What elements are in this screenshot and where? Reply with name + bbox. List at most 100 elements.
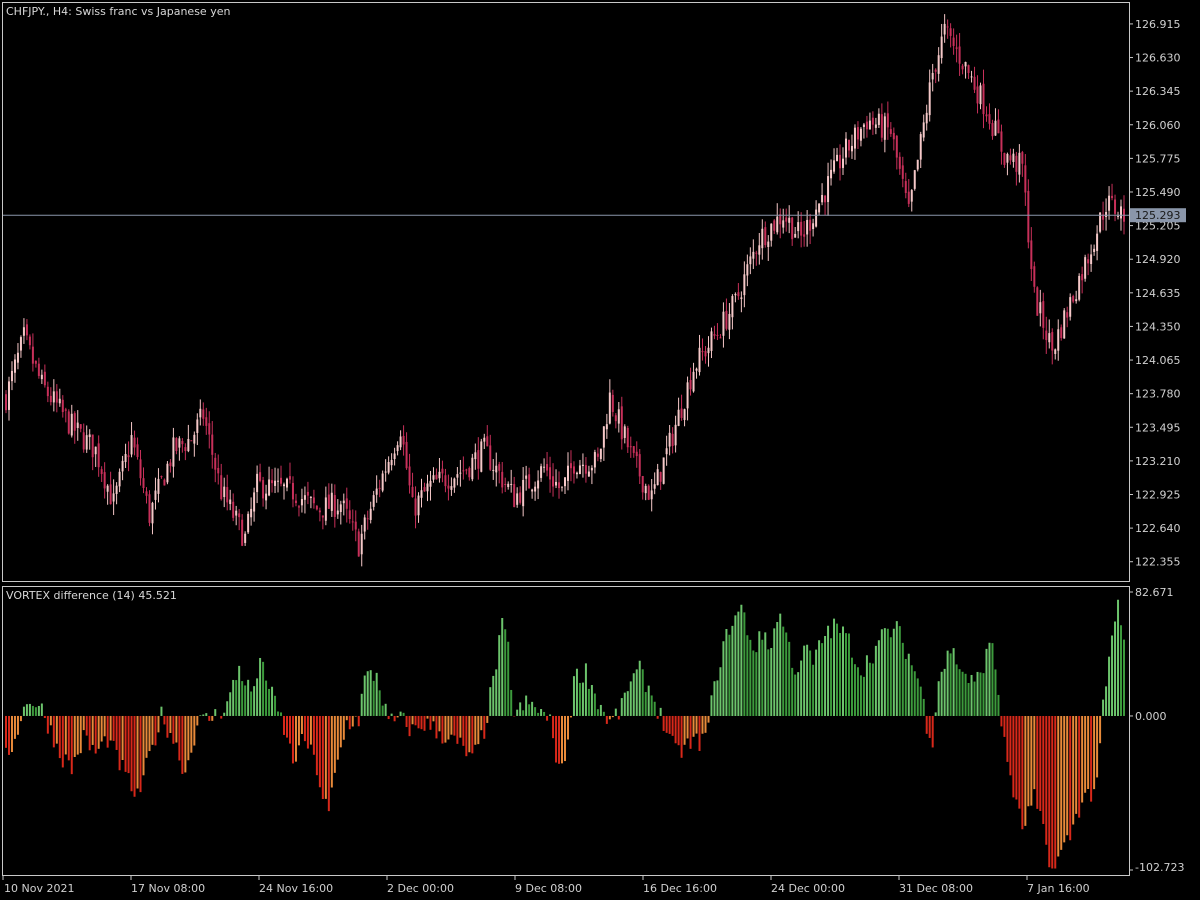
candle-body [375,488,378,495]
candle-body [148,494,151,523]
candle-body [109,484,112,505]
candle-body [844,138,847,158]
time-tick-label: 31 Dec 08:00 [899,882,973,895]
candle-body [602,426,605,448]
candle-body [674,424,677,446]
candle-body [480,441,483,472]
candle-body [561,486,564,488]
candle-body [1030,240,1033,269]
candle-body [740,297,743,299]
candle-body [294,500,297,504]
candle-body [919,134,922,160]
candle-body [1054,349,1057,354]
candle-body [52,391,55,403]
candle-body [596,453,599,457]
candle-body [468,468,471,478]
candle-body [764,227,767,246]
candle-body [211,434,214,455]
candle-body [578,465,581,475]
candle-body [387,461,390,473]
candle-body [369,508,372,520]
candle-body [241,519,244,546]
candle-body [531,489,534,492]
candle-body [758,245,761,255]
candle-body [1081,274,1084,281]
indicator-title: VORTEX difference (14) 45.521 [6,589,177,602]
candle-body [967,65,970,73]
candle-body [528,474,531,489]
price-tick-label: 123.210 [1135,455,1181,468]
candle-body [853,127,856,149]
candle-body [244,533,247,543]
candle-body [818,203,821,213]
candle-body [82,432,85,450]
candle-body [865,121,868,130]
candle-body [118,471,121,487]
candle-body [64,409,67,411]
candle-body [396,445,399,452]
time-axis: 10 Nov 2021 17 Nov 08:00 24 Nov 16:00 2 Dec… [2,876,1090,895]
candle-body [800,221,803,236]
candle-body [31,346,34,364]
candle-body [776,216,779,233]
candle-body [695,368,698,371]
candle-body [516,493,519,505]
candle-body [315,505,318,510]
candle-body [608,392,611,424]
candle-body [10,370,13,382]
candle-body [456,474,459,478]
candle-body [803,234,806,237]
candle-body [1075,299,1078,302]
candle-body [1006,153,1009,163]
candle-body [214,457,217,470]
candle-body [1039,302,1042,314]
price-pane: CHFJPY., H4: Swiss franc vs Japanese yen [2,2,1130,582]
price-tick-label: 122.925 [1135,488,1181,501]
candle-body [836,154,839,161]
candle-body [366,518,369,520]
candle-body [256,473,259,493]
candle-body [916,159,919,170]
candle-body [847,139,850,151]
candle-body [291,482,294,500]
candle-body [991,123,994,137]
candle-body [940,36,943,59]
candle-body [154,490,157,500]
candle-body [288,476,291,480]
candle-body [1087,259,1090,264]
candle-body [285,478,288,488]
candle-body [67,411,70,434]
candle-body [124,454,127,463]
candle-body [883,116,886,140]
candle-body [345,498,348,509]
candle-body [94,446,97,455]
candle-body [339,504,342,513]
candle-body [321,515,324,518]
candle-body [399,436,402,448]
candle-body [238,513,241,518]
candle-body [907,191,910,204]
candle-body [686,382,689,409]
candle-body [402,435,405,445]
time-tick-label: 16 Dec 16:00 [643,882,717,895]
candle-body [306,491,309,496]
candle-body [187,438,190,452]
candle-body [432,475,435,480]
candle-body [659,472,662,482]
candle-body [106,485,109,492]
candle-body [25,324,28,336]
candle-body [381,473,384,491]
candle-body [650,490,653,500]
candle-body [447,485,450,489]
candle-body [549,467,552,480]
candle-body [354,521,357,530]
candle-body [925,112,928,124]
candle-body [250,508,253,518]
candle-body [477,450,480,469]
candle-body [641,475,644,493]
candle-body [913,170,916,189]
candle-body [638,454,641,477]
candle-body [1003,152,1006,165]
candle-body [1069,297,1072,317]
candle-body [886,113,889,128]
